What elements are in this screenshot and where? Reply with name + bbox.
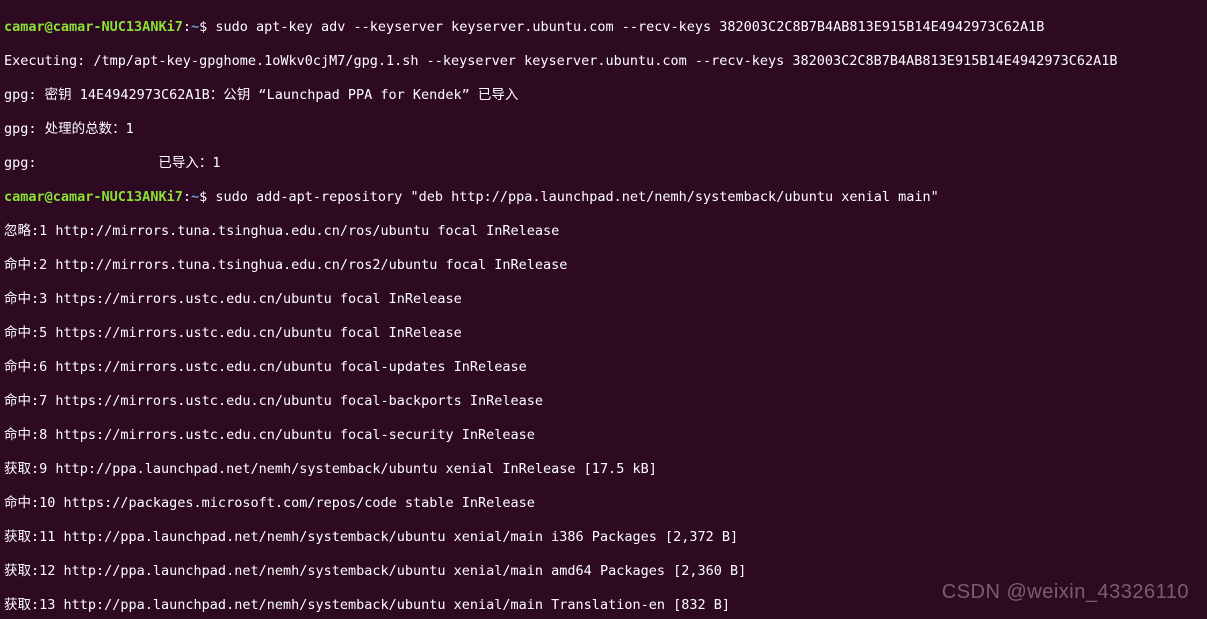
prompt-at: @ [45,189,53,205]
output-line: 忽略:1 http://mirrors.tuna.tsinghua.edu.cn… [4,223,1203,240]
watermark: CSDN @weixin_43326110 [942,584,1189,601]
prompt-colon: : [183,19,191,35]
output-line: gpg: 已导入：1 [4,155,1203,172]
prompt-at: @ [45,19,53,35]
output-line: 获取:9 http://ppa.launchpad.net/nemh/syste… [4,461,1203,478]
output-line: Executing: /tmp/apt-key-gpghome.1oWkv0cj… [4,53,1203,70]
command-1: sudo apt-key adv --keyserver keyserver.u… [207,19,1044,35]
prompt-colon: : [183,189,191,205]
command-2: sudo add-apt-repository "deb http://ppa.… [207,189,939,205]
prompt-line-1: camar@camar-NUC13ANKi7:~$ sudo apt-key a… [4,19,1203,36]
output-line: 获取:11 http://ppa.launchpad.net/nemh/syst… [4,529,1203,546]
terminal[interactable]: camar@camar-NUC13ANKi7:~$ sudo apt-key a… [0,0,1207,619]
prompt-line-2: camar@camar-NUC13ANKi7:~$ sudo add-apt-r… [4,189,1203,206]
output-line: 命中:5 https://mirrors.ustc.edu.cn/ubuntu … [4,325,1203,342]
output-line: gpg: 密钥 14E4942973C62A1B：公钥 “Launchpad P… [4,87,1203,104]
output-line: 命中:8 https://mirrors.ustc.edu.cn/ubuntu … [4,427,1203,444]
output-line: 命中:10 https://packages.microsoft.com/rep… [4,495,1203,512]
output-line: 命中:7 https://mirrors.ustc.edu.cn/ubuntu … [4,393,1203,410]
prompt-user: camar [4,189,45,205]
prompt-path: ~ [191,189,199,205]
prompt-host: camar-NUC13ANKi7 [53,189,183,205]
output-line: 命中:2 http://mirrors.tuna.tsinghua.edu.cn… [4,257,1203,274]
output-line: gpg: 处理的总数：1 [4,121,1203,138]
prompt-path: ~ [191,19,199,35]
prompt-user: camar [4,19,45,35]
output-line: 命中:3 https://mirrors.ustc.edu.cn/ubuntu … [4,291,1203,308]
prompt-host: camar-NUC13ANKi7 [53,19,183,35]
output-line: 命中:6 https://mirrors.ustc.edu.cn/ubuntu … [4,359,1203,376]
output-line: 获取:12 http://ppa.launchpad.net/nemh/syst… [4,563,1203,580]
